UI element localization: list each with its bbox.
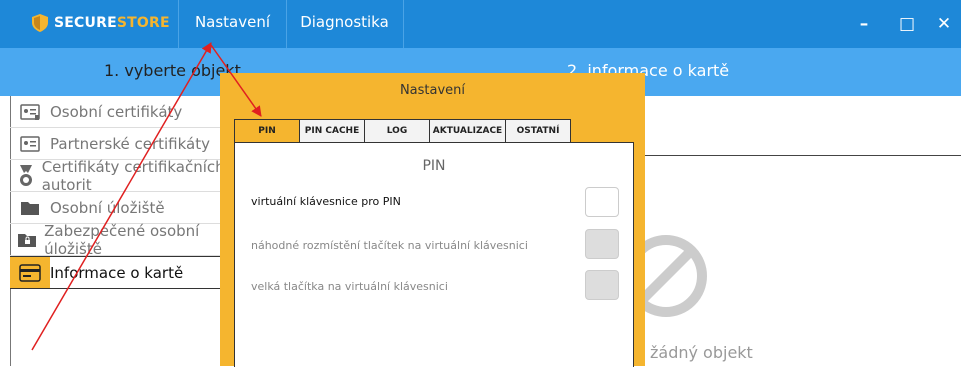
tab-other[interactable]: OSTATNÍ	[506, 120, 570, 142]
title-bar: SECURESTORE Nastavení Diagnostika – □ ✕	[0, 0, 961, 48]
folder-icon	[10, 200, 50, 216]
medal-icon	[10, 164, 42, 187]
close-button[interactable]: ✕	[930, 10, 958, 38]
option-large-buttons-checkbox[interactable]	[585, 270, 619, 300]
option-random-layout-checkbox[interactable]	[585, 229, 619, 259]
brand-secure: SECURE	[54, 15, 117, 31]
tab-pin[interactable]: PIN	[235, 120, 300, 142]
menu-settings[interactable]: Nastavení	[178, 0, 287, 48]
locked-folder-icon	[10, 232, 44, 248]
sidebar-item-label: Informace o kartě	[50, 263, 184, 282]
sidebar-item-personal-storage[interactable]: Osobní úložiště	[10, 192, 230, 224]
sidebar-item-label: Partnerské certifikáty	[50, 134, 210, 153]
id-card-icon	[10, 103, 50, 120]
sidebar-item-label: Osobní certifikáty	[50, 102, 183, 121]
menu-diagnostics[interactable]: Diagnostika	[286, 0, 404, 48]
sidebar: Osobní certifikáty Partnerské certifikát…	[10, 96, 230, 289]
dialog-tabs: PIN PIN CACHE LOG AKTUALIZACE OSTATNÍ	[234, 119, 571, 143]
maximize-button[interactable]: □	[893, 10, 921, 38]
minimize-button[interactable]: –	[850, 10, 878, 38]
panel-title: PIN	[422, 158, 446, 174]
option-virtual-keyboard-label: virtuální klávesnice pro PIN	[251, 195, 401, 208]
sidebar-item-label: Osobní úložiště	[50, 198, 165, 217]
sidebar-item-label: Zabezpečené osobní úložiště	[44, 221, 200, 258]
sidebar-item-secure-storage[interactable]: Zabezpečené osobní úložiště	[10, 221, 230, 258]
tab-updates[interactable]: AKTUALIZACE	[430, 120, 506, 142]
option-virtual-keyboard-checkbox[interactable]	[585, 187, 619, 217]
brand-store: STORE	[116, 15, 170, 31]
smart-card-icon	[10, 257, 50, 288]
shield-icon	[32, 14, 48, 32]
sidebar-item-ca-certificates[interactable]: Certifikáty certifikačních autorit	[10, 157, 230, 194]
tab-pin-cache[interactable]: PIN CACHE	[300, 120, 365, 142]
app-logo: SECURESTORE	[32, 14, 170, 32]
tab-log[interactable]: LOG	[365, 120, 430, 142]
no-object-label: žádný objekt	[650, 343, 753, 362]
dialog-title: Nastavení	[399, 83, 466, 98]
id-card-lines-icon	[10, 135, 50, 152]
sidebar-item-partner-certificates[interactable]: Partnerské certifikáty	[10, 128, 230, 160]
settings-dialog: Nastavení PIN PIN CACHE LOG AKTUALIZACE …	[220, 73, 645, 367]
option-large-buttons-label: velká tlačítka na virtuální klávesnici	[251, 280, 448, 293]
sidebar-item-personal-certificates[interactable]: Osobní certifikáty	[10, 96, 230, 128]
sidebar-item-label: Certifikáty certifikačních autorit	[41, 157, 225, 194]
sidebar-item-card-info[interactable]: Informace o kartě	[10, 256, 230, 289]
pin-settings-panel: PIN virtuální klávesnice pro PIN náhodné…	[234, 142, 634, 367]
option-random-layout-label: náhodné rozmístění tlačítek na virtuální…	[251, 239, 528, 252]
